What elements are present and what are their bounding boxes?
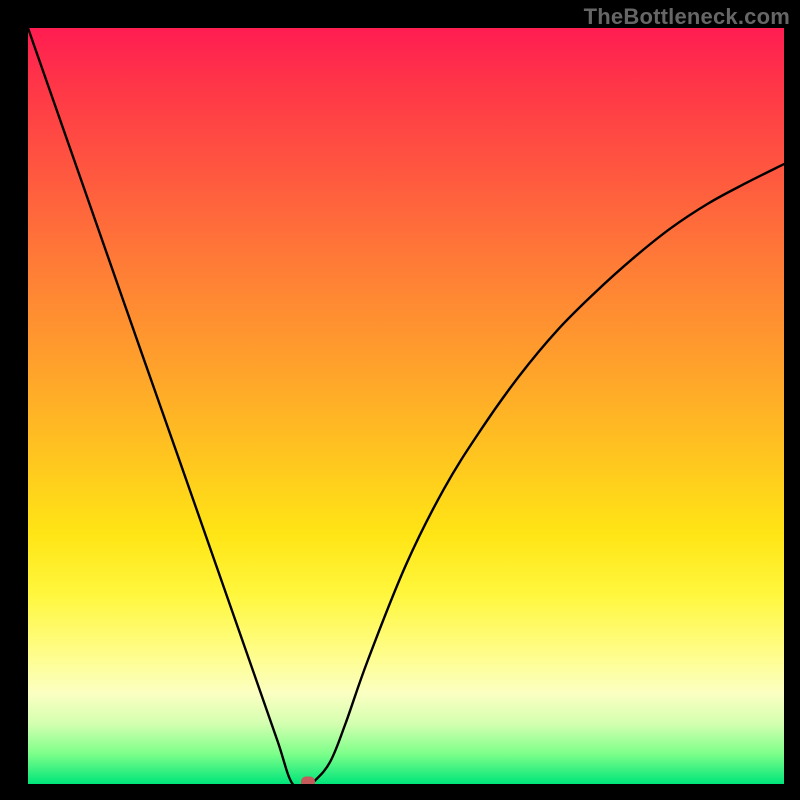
optimal-point-marker <box>301 777 315 785</box>
curve-svg <box>28 28 784 784</box>
plot-area <box>28 28 784 784</box>
bottleneck-curve <box>28 28 784 784</box>
chart-frame: TheBottleneck.com <box>0 0 800 800</box>
watermark-text: TheBottleneck.com <box>584 4 790 30</box>
